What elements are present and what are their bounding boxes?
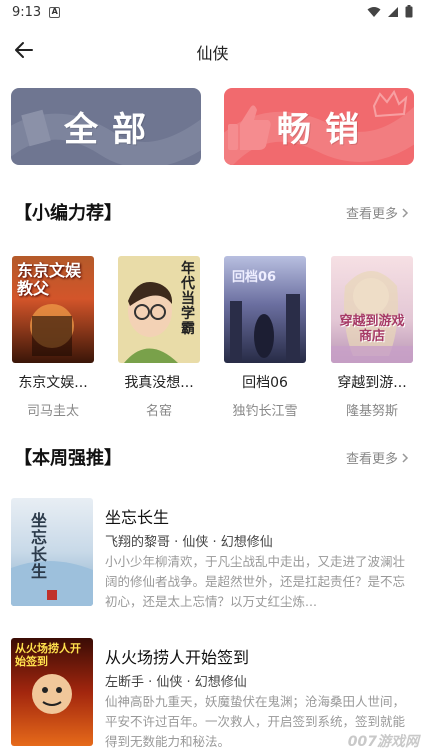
status-bar: 9:13 A bbox=[0, 0, 425, 24]
book-cover-text: 从火场捞人开始签到 bbox=[15, 642, 81, 668]
weekly-more-link[interactable]: 查看更多 bbox=[346, 448, 409, 467]
book-card[interactable]: 穿越到游戏商店 穿越到游... 隆基努斯 bbox=[327, 256, 417, 419]
status-time: 9:13 bbox=[12, 4, 42, 20]
bestseller-banner[interactable]: 畅销 bbox=[224, 88, 414, 165]
top-app-bar: 仙侠 bbox=[0, 30, 425, 70]
book-card[interactable]: 年代当学霸 我真没想... 名窑 bbox=[114, 256, 204, 419]
recommend-book-grid: 东京文娱教父 东京文娱... 司马圭太 年代当学霸 我真没想... 名窑 回档0… bbox=[0, 256, 425, 419]
more-label: 查看更多 bbox=[345, 207, 398, 222]
book-title: 回档06 bbox=[242, 375, 288, 391]
book-name: 坐忘长生 bbox=[105, 508, 170, 527]
book-cover: 穿越到游戏商店 bbox=[331, 256, 413, 363]
book-meta: 飞翔的黎哥 · 仙侠 · 幻想修仙 bbox=[105, 535, 273, 550]
book-cover-text: 年代当学霸 bbox=[181, 261, 195, 337]
notification-a-icon: A bbox=[49, 6, 61, 18]
book-author: 司马圭太 bbox=[26, 404, 79, 419]
more-label: 查看更多 bbox=[345, 452, 398, 467]
book-title: 穿越到游... bbox=[337, 375, 407, 391]
chevron-right-icon bbox=[402, 452, 409, 463]
all-books-label: 全部 bbox=[64, 110, 160, 150]
book-cover: 东京文娱教父 bbox=[12, 256, 94, 363]
battery-icon bbox=[405, 5, 413, 18]
book-name: 从火场捞人开始签到 bbox=[105, 648, 250, 667]
book-description: 小小少年柳清欢，于凡尘战乱中走出，又走进了波澜壮阔的修仙者战争。是超然世外，还是… bbox=[105, 554, 406, 609]
recommend-more-link[interactable]: 查看更多 bbox=[346, 203, 409, 222]
recommend-section-title: 【小编力荐】 bbox=[14, 203, 122, 224]
weekly-section-title: 【本周强推】 bbox=[14, 448, 122, 469]
book-title: 我真没想... bbox=[124, 375, 194, 391]
book-cover-text: 回档06 bbox=[232, 270, 277, 285]
book-cover: 回档06 bbox=[224, 256, 306, 363]
bestseller-label: 畅销 bbox=[277, 110, 373, 150]
book-card[interactable]: 东京文娱教父 东京文娱... 司马圭太 bbox=[8, 256, 98, 419]
book-card[interactable]: 回档06 回档06 独钓长江雪 bbox=[220, 256, 310, 419]
book-cover-text: 东京文娱教父 bbox=[17, 261, 82, 298]
book-cover: 从火场捞人开始签到 bbox=[11, 638, 93, 746]
book-cover: 年代当学霸 bbox=[118, 256, 200, 363]
book-author: 独钓长江雪 bbox=[232, 404, 298, 419]
page-title: 仙侠 bbox=[196, 44, 229, 63]
list-item[interactable]: 坐忘长生 坐忘长生 飞翔的黎哥 · 仙侠 · 幻想修仙 小小少年柳清欢，于凡尘战… bbox=[0, 498, 425, 618]
book-author: 名窑 bbox=[145, 404, 172, 419]
all-books-banner[interactable]: 全部 bbox=[11, 88, 201, 165]
book-cover-text: 坐忘长生 bbox=[31, 511, 48, 581]
watermark: 007游戏网 bbox=[347, 734, 419, 750]
book-cover-text: 穿越到游戏商店 bbox=[339, 314, 405, 344]
book-author: 隆基努斯 bbox=[345, 404, 398, 419]
book-title: 东京文娱... bbox=[18, 375, 88, 391]
status-icons bbox=[367, 5, 413, 18]
book-cover: 坐忘长生 bbox=[11, 498, 93, 606]
signal-icon bbox=[388, 6, 398, 17]
book-meta: 左断手 · 仙侠 · 幻想修仙 bbox=[105, 675, 247, 690]
wifi-icon bbox=[367, 6, 381, 17]
chevron-right-icon bbox=[402, 207, 409, 218]
